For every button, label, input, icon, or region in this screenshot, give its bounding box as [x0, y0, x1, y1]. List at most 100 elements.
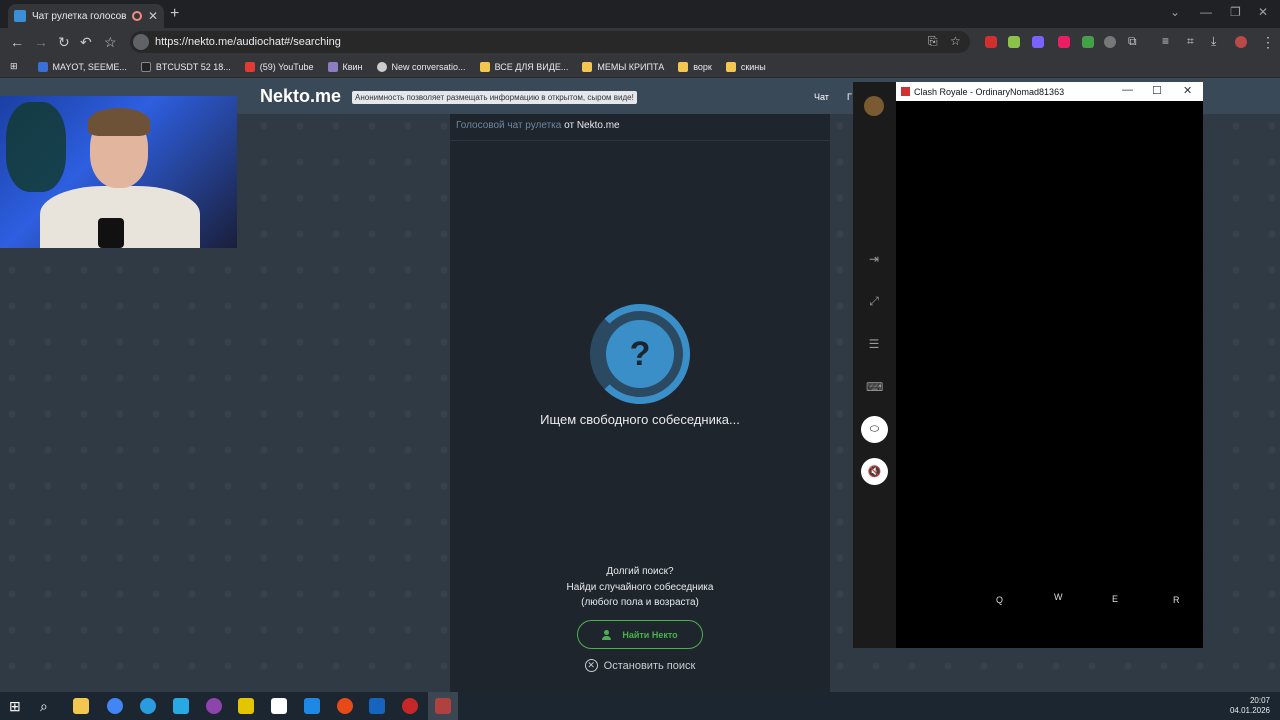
maximize-icon[interactable]: ❐: [1230, 5, 1241, 19]
forward-icon[interactable]: →: [34, 34, 48, 50]
emulator-sidebar: ⇥ ⤢ ☰ ⌨ ⬭ 🔇: [853, 82, 896, 648]
anonymity-notice: Анонимность позволяет размещать информац…: [352, 91, 637, 104]
obs-icon[interactable]: [402, 698, 418, 714]
install-icon[interactable]: ⎘: [928, 34, 938, 49]
app-icon[interactable]: [206, 698, 222, 714]
bookmark-item[interactable]: (59) YouTube: [244, 61, 314, 72]
bookmark-item[interactable]: BTCUSDT 52 18...: [140, 61, 231, 72]
folder-icon: [678, 61, 689, 72]
tab-search-icon[interactable]: ⌄: [1170, 5, 1180, 19]
extension-icon[interactable]: [1008, 36, 1020, 48]
question-mark: ?: [629, 334, 651, 373]
windows-start-icon[interactable]: ⊞: [9, 698, 25, 714]
close-tab-icon[interactable]: ✕: [148, 9, 158, 23]
file-explorer-icon[interactable]: [73, 698, 89, 714]
bookmark-label: ВСЕ ДЛЯ ВИДЕ...: [494, 61, 569, 72]
app-icon[interactable]: [271, 698, 287, 714]
game-window-title: Clash Royale - OrdinaryNomad81363: [914, 86, 1065, 97]
browser-toolbar: ← → ↻ ↶ ☆ https://nekto.me/audiochat#/se…: [0, 28, 1280, 56]
bookmark-label: MAYOT, SEEME...: [52, 61, 127, 72]
close-window-icon[interactable]: ✕: [1258, 5, 1268, 19]
extension-icon[interactable]: [1082, 36, 1094, 48]
stop-search-label: Остановить поиск: [603, 659, 696, 672]
reload-icon[interactable]: ↻: [58, 34, 70, 51]
steam-icon[interactable]: [369, 698, 385, 714]
minimize-icon[interactable]: —: [1122, 84, 1133, 96]
extensions-puzzle-icon[interactable]: ⧉: [1128, 34, 1137, 49]
nav-link[interactable]: Г: [847, 92, 852, 102]
chrome-icon[interactable]: [107, 698, 123, 714]
expand-icon[interactable]: ⤢: [866, 294, 882, 308]
bookmark-label: ворк: [693, 61, 712, 72]
star-bookmark-icon: [327, 61, 338, 72]
star-icon[interactable]: ☆: [950, 34, 961, 48]
game-title-bar[interactable]: Clash Royale - OrdinaryNomad81363 — ☐ ✕: [896, 82, 1203, 101]
clock-date: 04.01.2026: [1229, 706, 1270, 715]
browser-icon[interactable]: [140, 698, 156, 714]
bookmark-label: BTCUSDT 52 18...: [155, 61, 231, 72]
settings-sliders-icon[interactable]: ☰: [866, 337, 882, 351]
game-avatar-icon[interactable]: [864, 96, 884, 116]
download-icon[interactable]: ⤓: [1211, 34, 1216, 49]
undo-icon[interactable]: ↶: [80, 34, 92, 51]
bookmark-item[interactable]: New conversatio...: [376, 61, 466, 72]
extension-icon[interactable]: [1058, 36, 1070, 48]
app-icon[interactable]: [238, 698, 254, 714]
exit-icon[interactable]: ⇥: [866, 252, 882, 266]
address-bar[interactable]: https://nekto.me/audiochat#/searching: [130, 31, 970, 53]
minimize-icon[interactable]: —: [1200, 5, 1212, 19]
apps-grid-icon[interactable]: ⊞: [10, 61, 18, 72]
bookmark-label: скины: [740, 61, 766, 72]
bookmark-label: New conversatio...: [391, 61, 466, 72]
maximize-icon[interactable]: ☐: [1152, 84, 1162, 97]
nav-chat-link[interactable]: Чат: [814, 92, 829, 102]
bookmark-folder[interactable]: ВСЕ ДЛЯ ВИДЕ...: [479, 61, 569, 72]
divider: [450, 140, 830, 141]
profile-avatar[interactable]: [1235, 36, 1247, 48]
chat-panel: Голосовой чат рулетка от Nekto.me ? Ищем…: [450, 114, 830, 692]
twitch-icon[interactable]: [1032, 36, 1044, 48]
address-url: https://nekto.me/audiochat#/searching: [155, 36, 341, 48]
recording-icon: [131, 11, 142, 21]
clash-royale-icon[interactable]: [435, 698, 451, 714]
telegram-icon[interactable]: [173, 698, 189, 714]
app-icon[interactable]: [304, 698, 320, 714]
bookmark-item[interactable]: MAYOT, SEEME...: [37, 61, 127, 72]
system-clock[interactable]: 20:07 04.01.2026: [1230, 696, 1270, 716]
bookmark-item[interactable]: Квин: [327, 61, 363, 72]
mute-icon[interactable]: 🔇: [861, 458, 888, 485]
media-icon[interactable]: ≡: [1162, 34, 1169, 48]
key-hint-q: Q: [996, 595, 1004, 605]
new-tab-button[interactable]: +: [170, 5, 179, 23]
site-logo[interactable]: Nekto.me: [260, 86, 341, 107]
extension-icon[interactable]: [985, 36, 997, 48]
crop-icon[interactable]: ⌗: [1187, 34, 1194, 49]
chatgpt-icon: [376, 61, 387, 72]
key-hint-w: W: [1054, 592, 1063, 602]
webcam-overlay: [0, 96, 237, 248]
site-favicon-icon: [14, 10, 26, 22]
find-nekto-button[interactable]: Найти Некто: [577, 620, 703, 649]
bookmark-star-icon[interactable]: ☆: [104, 34, 117, 51]
searching-spinner: ?: [590, 304, 690, 404]
label-tag-icon[interactable]: ⬭: [861, 416, 888, 443]
app-icon[interactable]: [337, 698, 353, 714]
bookmark-folder[interactable]: ворк: [678, 61, 712, 72]
menu-kebab-icon[interactable]: ⋮: [1261, 34, 1275, 51]
bookmark-folder[interactable]: скины: [725, 61, 766, 72]
plant-shape: [6, 102, 66, 192]
windows-taskbar: ⊞ ⌕ 20:07 04.01.2026: [0, 692, 1280, 720]
stop-search-button[interactable]: ✕ Остановить поиск: [450, 659, 830, 672]
tab-active[interactable]: Чат рулетка голосовая — ✕: [8, 4, 164, 28]
folder-icon: [725, 61, 736, 72]
bookmarks-bar: ⊞ MAYOT, SEEME... BTCUSDT 52 18... (59) …: [0, 56, 1280, 78]
voice-chat-link[interactable]: Голосовой чат рулетка: [456, 120, 561, 131]
search-icon[interactable]: ⌕: [40, 698, 56, 714]
close-icon[interactable]: ✕: [1183, 84, 1192, 97]
keyboard-icon[interactable]: ⌨: [866, 380, 883, 394]
extension-icon[interactable]: [1104, 36, 1116, 48]
back-icon[interactable]: ←: [10, 34, 24, 50]
site-info-icon[interactable]: [133, 34, 149, 50]
bookmark-folder[interactable]: МЕМЫ КРИПТА: [582, 61, 664, 72]
chat-header: Голосовой чат рулетка от Nekto.me: [456, 120, 620, 131]
